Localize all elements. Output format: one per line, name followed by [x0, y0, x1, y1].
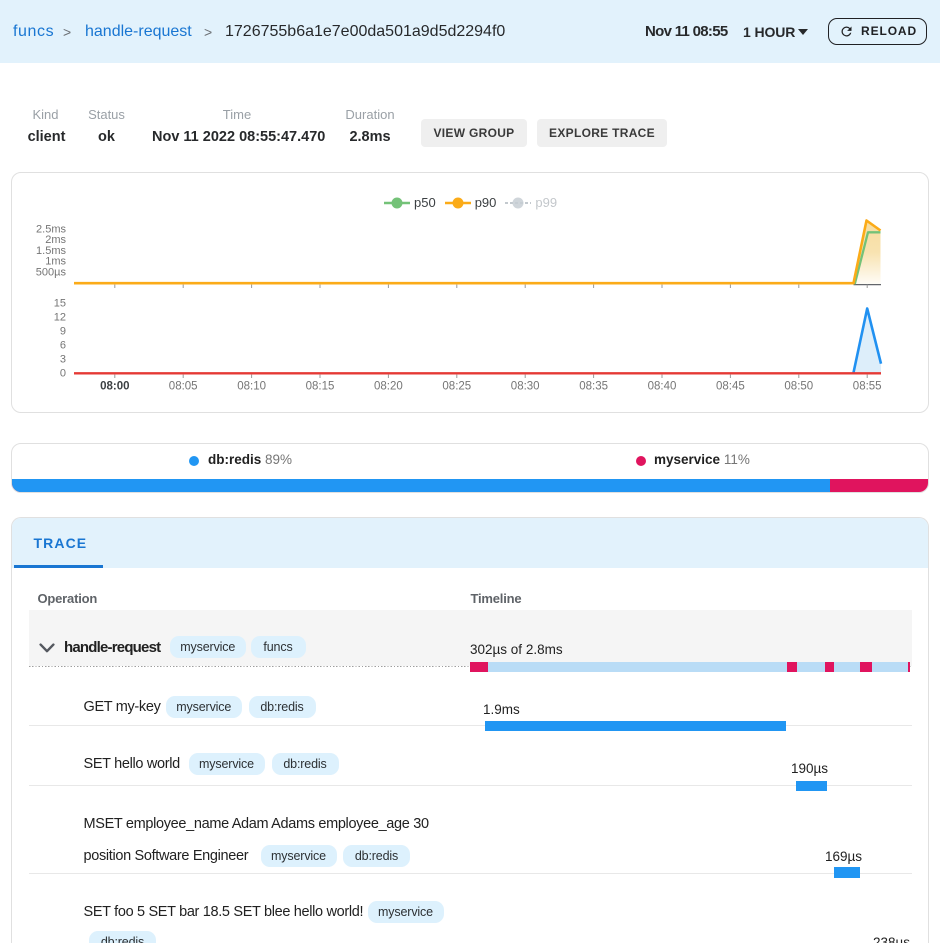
svg-text:08:50: 08:50: [784, 381, 813, 393]
svg-text:08:00: 08:00: [100, 381, 129, 393]
svg-text:08:15: 08:15: [306, 381, 335, 393]
svg-text:15: 15: [54, 297, 66, 309]
svg-text:08:30: 08:30: [511, 381, 540, 393]
svg-text:3: 3: [60, 353, 66, 365]
svg-text:08:25: 08:25: [442, 381, 471, 393]
svg-text:08:10: 08:10: [237, 381, 266, 393]
svg-text:08:20: 08:20: [374, 381, 403, 393]
svg-text:08:45: 08:45: [716, 381, 745, 393]
svg-text:6: 6: [60, 339, 66, 351]
svg-text:9: 9: [60, 325, 66, 337]
svg-text:12: 12: [54, 311, 66, 323]
svg-text:08:55: 08:55: [853, 381, 882, 393]
svg-text:08:40: 08:40: [648, 381, 677, 393]
svg-text:0: 0: [60, 367, 66, 379]
svg-text:08:35: 08:35: [579, 381, 608, 393]
svg-text:500µs: 500µs: [36, 266, 67, 278]
svg-text:08:05: 08:05: [169, 381, 198, 393]
